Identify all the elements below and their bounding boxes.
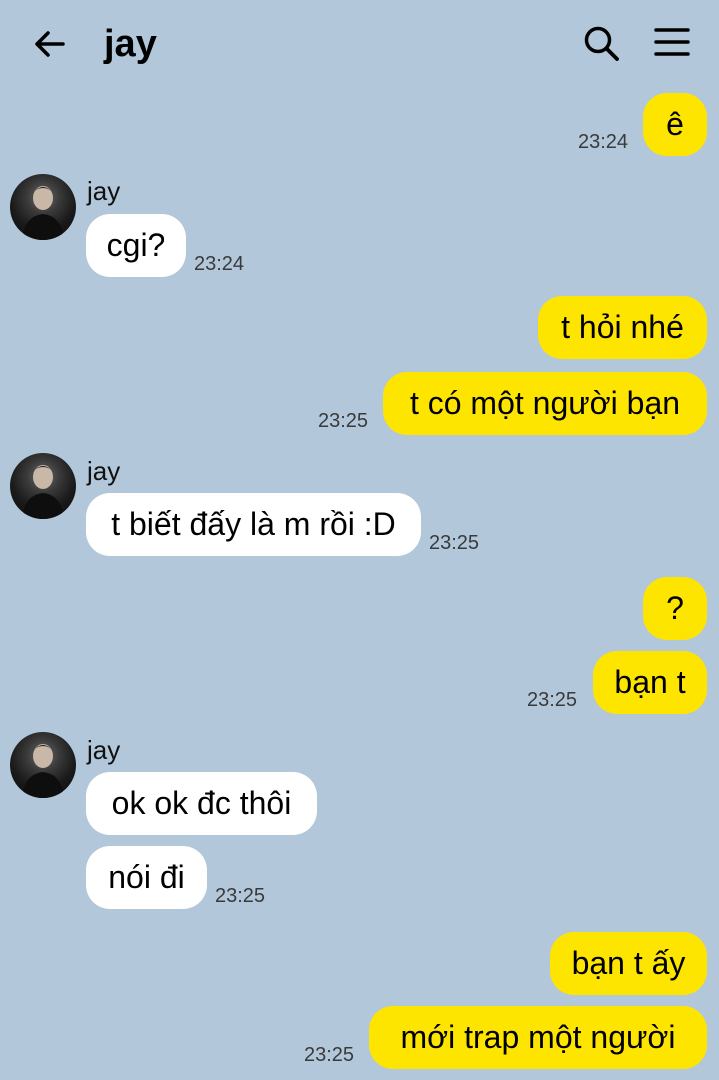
- contact-avatar[interactable]: [10, 453, 76, 519]
- message-time: 23:25: [215, 885, 266, 907]
- their-message-bubble[interactable]: cgi?: [86, 214, 186, 277]
- my-message-bubble[interactable]: mới trap một người: [369, 1006, 707, 1069]
- my-message-bubble[interactable]: ê: [643, 93, 707, 156]
- menu-button[interactable]: [652, 22, 692, 62]
- message-time: 23:24: [194, 253, 245, 275]
- message-time: 23:25: [527, 689, 578, 711]
- message-time: 23:25: [318, 410, 369, 432]
- my-message-bubble[interactable]: t hỏi nhé: [538, 296, 707, 359]
- sender-name: jay: [87, 176, 121, 206]
- my-message-bubble[interactable]: bạn t: [593, 651, 707, 714]
- message-time: 23:25: [429, 532, 480, 554]
- message-time: 23:25: [304, 1044, 355, 1066]
- search-button[interactable]: [580, 22, 622, 64]
- arrow-left-icon: [35, 31, 65, 57]
- hamburger-menu-icon: [654, 28, 690, 56]
- message-time: 23:24: [578, 131, 629, 153]
- their-message-bubble[interactable]: ok ok đc thôi: [86, 772, 317, 835]
- contact-avatar[interactable]: [10, 732, 76, 798]
- contact-avatar[interactable]: [10, 174, 76, 240]
- person-silhouette-icon: [22, 744, 64, 798]
- back-button[interactable]: [30, 24, 70, 64]
- chat-title: jay: [104, 23, 157, 65]
- person-silhouette-icon: [22, 186, 64, 240]
- person-silhouette-icon: [22, 465, 64, 519]
- sender-name: jay: [87, 735, 121, 765]
- search-icon: [584, 26, 619, 61]
- sender-name: jay: [87, 456, 121, 486]
- their-message-bubble[interactable]: t biết đấy là m rồi :D: [86, 493, 421, 556]
- my-message-bubble[interactable]: t có một người bạn: [383, 372, 707, 435]
- my-message-bubble[interactable]: ?: [643, 577, 707, 640]
- their-message-bubble[interactable]: nói đi: [86, 846, 207, 909]
- my-message-bubble[interactable]: bạn t ấy: [550, 932, 707, 995]
